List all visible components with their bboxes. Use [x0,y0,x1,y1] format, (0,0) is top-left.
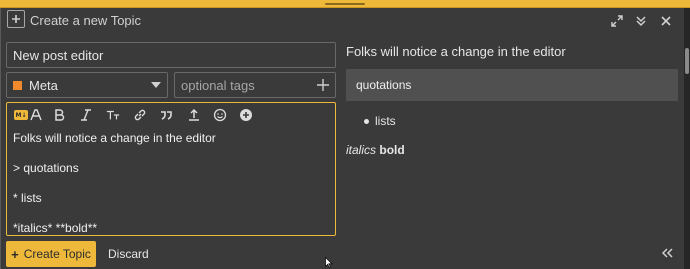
preview-quote-text: quotations [356,78,412,92]
text-format-icon [106,110,120,120]
emoji-button[interactable] [213,107,227,123]
create-topic-button[interactable]: + Create Topic [6,241,96,267]
italic-button[interactable] [79,107,93,123]
fullscreen-icon[interactable] [609,13,625,29]
editor-panel: M↓ Folks will notice a change in the edi… [6,102,336,236]
markdown-toggle-icon: M↓ [14,110,28,120]
collapse-preview-icon[interactable] [660,246,674,260]
scrollbar[interactable] [684,8,690,269]
clear-formatting-button[interactable] [105,107,121,123]
editor-line: *italics* **bold** [13,221,98,235]
create-topic-label: Create Topic [23,247,91,261]
composer-header: Create a new Topic [0,10,684,30]
category-color-swatch [13,81,22,90]
editor-line: * lists [13,191,42,205]
plus-square-icon [7,10,25,28]
scrollbar-thumb[interactable] [685,48,689,74]
blockquote-button[interactable] [159,107,173,123]
resize-grip[interactable] [325,3,365,5]
plus-circle-icon [240,109,252,121]
preview-paragraph: Folks will notice a change in the editor [346,44,566,59]
preview-styled-text: italics bold [346,143,405,157]
minimize-icon[interactable] [633,13,649,29]
tags-placeholder: optional tags [181,78,255,93]
preview-list-item: lists [364,114,396,128]
discard-button[interactable]: Discard [108,247,149,261]
editor-line: Folks will notice a change in the editor [13,131,216,145]
upload-icon [189,108,199,121]
preview-blockquote: quotations [346,69,678,101]
font-size-button[interactable] [29,107,43,123]
plus-icon: + [11,246,19,262]
bold-button[interactable] [52,107,66,123]
bold-icon [55,109,65,121]
quote-icon [161,111,172,120]
font-size-icon [30,109,42,121]
preview-italic: italics [346,143,377,157]
close-icon[interactable] [658,13,674,29]
link-icon [134,109,146,121]
upload-button[interactable] [187,107,201,123]
smile-icon [213,108,227,122]
add-tag-icon[interactable] [316,78,330,92]
caret-down-icon [151,82,161,88]
editor-toolbar: M↓ [7,103,335,127]
editor-line: > quotations [13,161,79,175]
topic-title-input[interactable]: New post editor [6,42,336,68]
italic-icon [81,109,91,121]
preview-list-text: lists [375,114,396,128]
more-options-button[interactable] [239,107,253,123]
category-select[interactable]: Meta [6,72,168,98]
mouse-cursor-icon [325,257,333,268]
link-button[interactable] [133,107,147,123]
tags-input[interactable]: optional tags [174,72,336,98]
editor-textarea[interactable]: Folks will notice a change in the editor… [13,131,331,235]
category-label: Meta [29,78,58,93]
composer-title: Create a new Topic [30,13,142,28]
bullet-icon [364,119,369,125]
preview-bold: bold [379,143,405,157]
composer-resize-bar[interactable] [0,0,690,8]
toggle-rich-text-button[interactable]: M↓ [13,107,29,123]
